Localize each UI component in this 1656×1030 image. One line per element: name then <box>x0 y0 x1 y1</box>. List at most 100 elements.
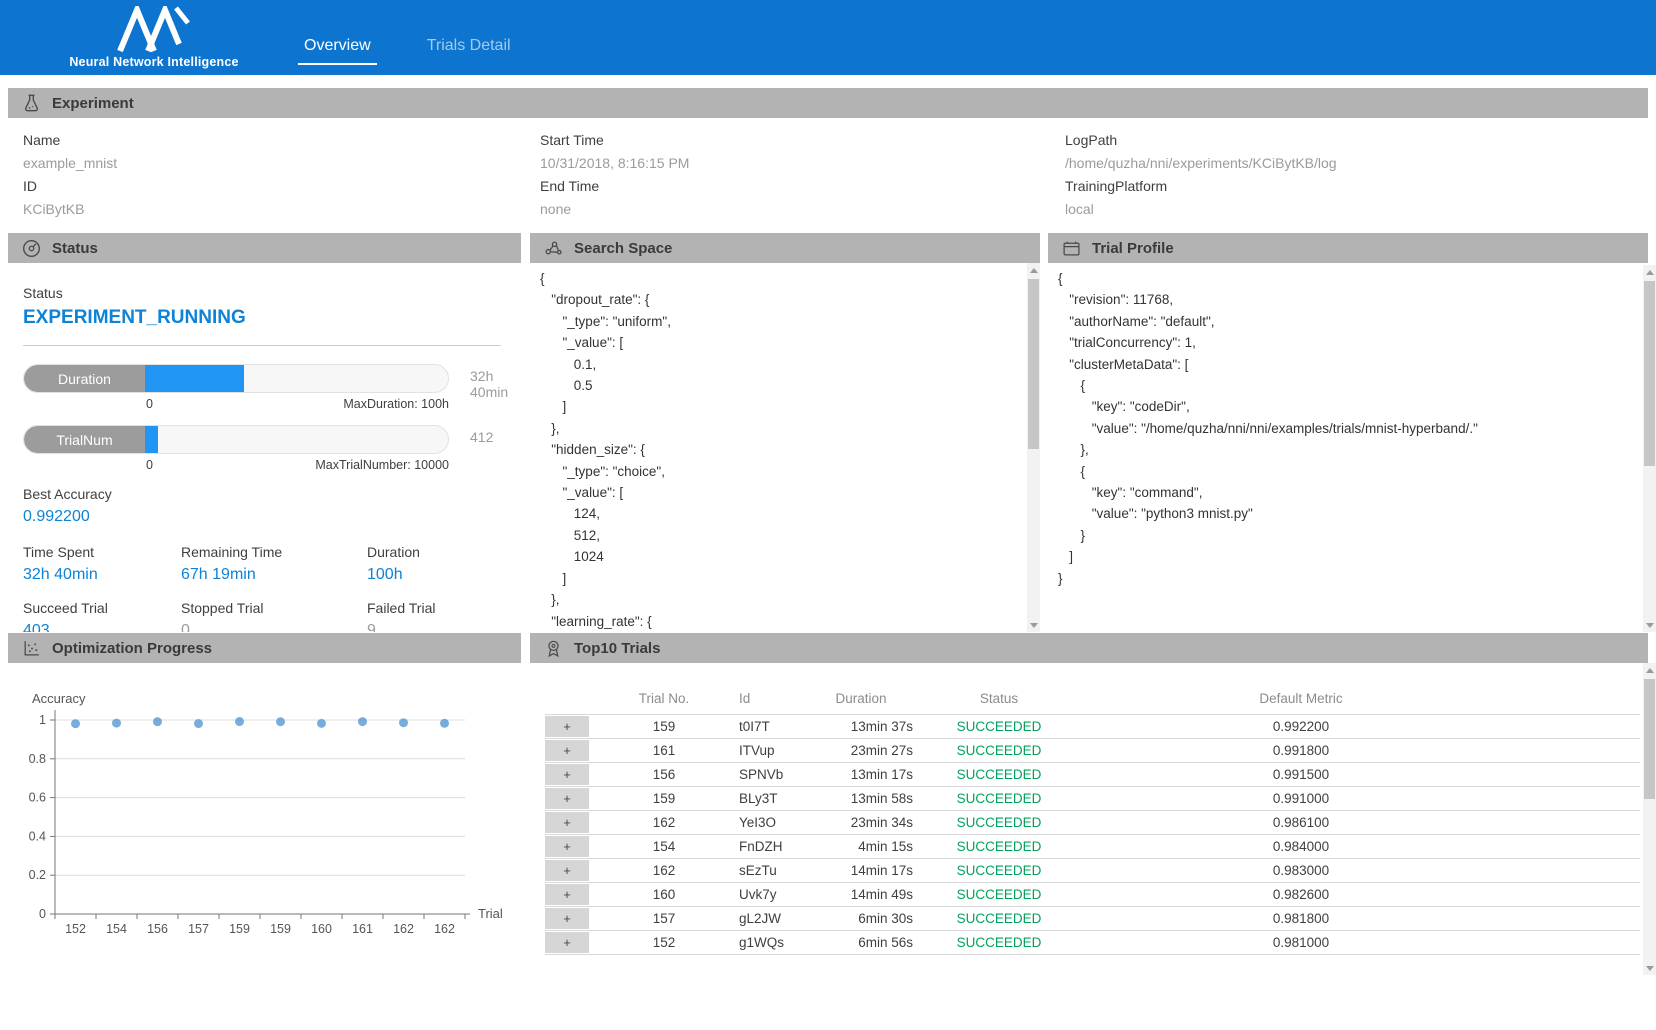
scatter-point[interactable] <box>317 719 326 728</box>
trial-status-cell: SUCCEEDED <box>923 931 1075 955</box>
json-line: 124, <box>540 503 1040 524</box>
trial-id-cell: YeI3O <box>739 811 799 835</box>
trial-row: +157gL2JW6min 30sSUCCEEDED0.981800 <box>545 907 1640 931</box>
expand-row-button[interactable]: + <box>545 812 589 833</box>
svg-text:1: 1 <box>39 713 46 727</box>
json-line: }, <box>540 589 1040 610</box>
trial-status-cell: SUCCEEDED <box>923 859 1075 883</box>
scatter-point[interactable] <box>71 719 80 728</box>
brand: Neural Network Intelligence <box>64 0 244 75</box>
search-space-scrollbar[interactable] <box>1027 263 1040 632</box>
experiment-section-header: Experiment <box>8 88 1648 118</box>
scroll-down-arrow-icon[interactable] <box>1643 961 1656 975</box>
experiment-info: Name example_mnist ID KCiBytKB Start Tim… <box>8 126 1648 218</box>
scrollbar-thumb[interactable] <box>1028 279 1039 449</box>
expand-row-button[interactable]: + <box>545 716 589 737</box>
scatter-point[interactable] <box>440 719 449 728</box>
scatter-point[interactable] <box>194 719 203 728</box>
search-space-body[interactable]: { "dropout_rate": { "_type": "uniform", … <box>530 263 1040 632</box>
trial-metric-cell: 0.981800 <box>1075 907 1527 931</box>
scrollbar-thumb[interactable] <box>1644 281 1655 466</box>
filler-cell <box>1527 859 1640 883</box>
duration-bar-scale: 0 MaxDuration: 100h <box>23 397 449 411</box>
scroll-up-arrow-icon[interactable] <box>1643 663 1656 677</box>
trial-row: +159BLy3T13min 58sSUCCEEDED0.991000 <box>545 787 1640 811</box>
svg-text:0.8: 0.8 <box>29 752 46 766</box>
svg-text:0.4: 0.4 <box>29 829 46 843</box>
expand-row-button[interactable]: + <box>545 836 589 857</box>
svg-text:Trial: Trial <box>478 906 503 921</box>
expand-row-button[interactable]: + <box>545 932 589 953</box>
scroll-down-arrow-icon[interactable] <box>1643 618 1656 632</box>
cell: + <box>545 787 589 811</box>
tab-trials-detail[interactable]: Trials Detail <box>421 37 517 65</box>
expand-row-button[interactable]: + <box>545 788 589 809</box>
trial-metric-cell: 0.986100 <box>1075 811 1527 835</box>
cell: + <box>545 907 589 931</box>
expand-row-button[interactable]: + <box>545 764 589 785</box>
trial-profile-scrollbar[interactable] <box>1643 265 1656 632</box>
svg-text:156: 156 <box>147 922 168 936</box>
scatter-point[interactable] <box>112 719 121 728</box>
experiment-col-3: LogPath /home/quzha/nni/experiments/KCiB… <box>1065 126 1648 218</box>
trial-duration-cell: 6min 30s <box>799 907 923 931</box>
scrollbar-thumb[interactable] <box>1644 679 1655 799</box>
trial-row: +162YeI3O23min 34sSUCCEEDED0.986100 <box>545 811 1640 835</box>
flask-icon <box>22 94 41 113</box>
duration-progress-row: Duration 32h 40min <box>23 364 506 393</box>
scatter-point[interactable] <box>153 717 162 726</box>
scatter-point[interactable] <box>235 717 244 726</box>
svg-text:0.2: 0.2 <box>29 868 46 882</box>
trialnum-bar-label: TrialNum <box>24 426 145 453</box>
optimization-scatter-chart[interactable]: 00.20.40.60.8115215415615715915916016116… <box>8 663 521 963</box>
top10-table-body: Trial No. Id Duration Status Default Met… <box>530 663 1648 978</box>
top10-trials-scrollbar[interactable] <box>1643 663 1656 975</box>
json-line: "learning_rate": { <box>540 611 1040 632</box>
cell: + <box>545 739 589 763</box>
trialnum-bar-value: 412 <box>470 429 493 445</box>
expand-row-button[interactable]: + <box>545 908 589 929</box>
json-line: "dropout_rate": { <box>540 289 1040 310</box>
optimization-progress-panel: Optimization Progress 00.20.40.60.811521… <box>8 633 521 978</box>
trial-duration-cell: 13min 17s <box>799 763 923 787</box>
trial-profile-body[interactable]: { "revision": 11768, "authorName": "defa… <box>1048 263 1648 632</box>
json-line: "key": "codeDir", <box>1058 396 1648 417</box>
expand-row-button[interactable]: + <box>545 740 589 761</box>
experiment-status-value: EXPERIMENT_RUNNING <box>23 307 506 329</box>
trial-no-cell: 159 <box>589 715 739 739</box>
duration-bar-label: Duration <box>24 365 145 392</box>
json-line: 0.5 <box>540 375 1040 396</box>
duration-min: 0 <box>146 397 153 411</box>
scatter-point[interactable] <box>399 718 408 727</box>
scroll-up-arrow-icon[interactable] <box>1643 265 1656 279</box>
start-time-value: 10/31/2018, 8:16:15 PM <box>540 155 1065 172</box>
trial-no-cell: 152 <box>589 931 739 955</box>
scatter-point[interactable] <box>276 717 285 726</box>
failed-trial-stat: Failed Trial 9 <box>367 600 506 632</box>
scatter-point[interactable] <box>358 717 367 726</box>
logpath-label: LogPath <box>1065 132 1648 149</box>
trial-row: +156SPNVb13min 17sSUCCEEDED0.991500 <box>545 763 1640 787</box>
json-line: "_type": "uniform", <box>540 311 1040 332</box>
trial-metric-cell: 0.992200 <box>1075 715 1527 739</box>
tab-overview[interactable]: Overview <box>298 37 377 65</box>
name-value: example_mnist <box>23 155 540 172</box>
nni-dashboard: Neural Network Intelligence Overview Tri… <box>0 0 1656 1030</box>
json-line: } <box>1058 568 1648 589</box>
medal-icon <box>544 639 563 658</box>
status-stats: Time Spent 32h 40min Remaining Time 67h … <box>23 544 506 632</box>
filler-cell <box>1527 931 1640 955</box>
experiment-col-1: Name example_mnist ID KCiBytKB <box>23 126 540 218</box>
end-time-label: End Time <box>540 178 1065 195</box>
expand-row-button[interactable]: + <box>545 884 589 905</box>
scroll-down-arrow-icon[interactable] <box>1027 618 1040 632</box>
trial-duration-cell: 14min 17s <box>799 859 923 883</box>
expand-row-button[interactable]: + <box>545 860 589 881</box>
json-line: "hidden_size": { <box>540 439 1040 460</box>
scroll-up-arrow-icon[interactable] <box>1027 263 1040 277</box>
svg-text:160: 160 <box>311 922 332 936</box>
trial-id-cell: g1WQs <box>739 931 799 955</box>
svg-text:154: 154 <box>106 922 127 936</box>
svg-text:162: 162 <box>434 922 455 936</box>
cell: + <box>545 763 589 787</box>
